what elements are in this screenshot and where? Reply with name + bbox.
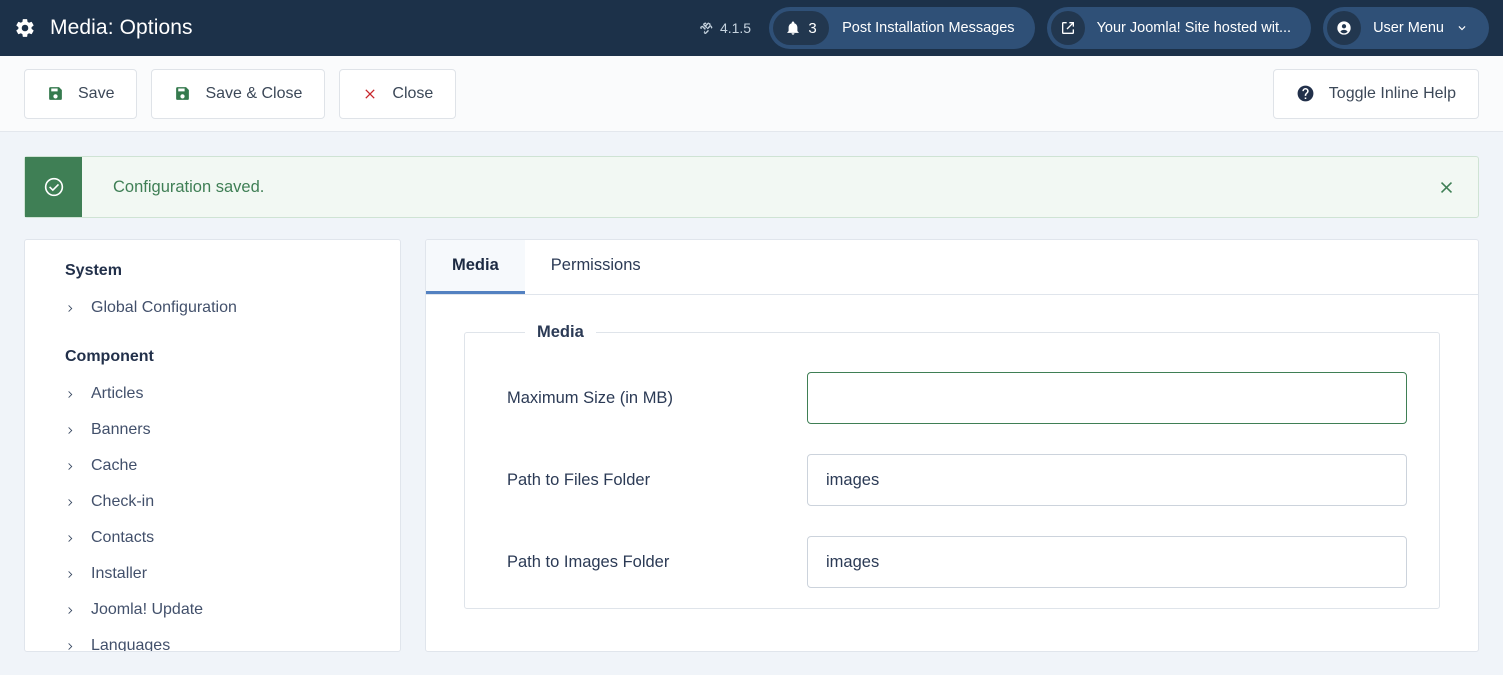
field-row-path-to-images-folder: Path to Images Folder: [507, 536, 1407, 588]
toolbar-primary-actions: Save Save & Close Close: [24, 68, 457, 119]
sidebar-item-languages[interactable]: Languages: [25, 628, 400, 652]
close-button-label: Close: [392, 84, 434, 102]
path-to-files-folder-label: Path to Files Folder: [507, 470, 651, 489]
joomla-version: 4.1.5: [699, 20, 751, 36]
user-menu-button[interactable]: User Menu: [1323, 7, 1489, 49]
sidebar-heading-component: Component: [65, 348, 154, 365]
check-circle-icon: [25, 157, 82, 217]
visit-site-button[interactable]: Your Joomla! Site hosted wit...: [1046, 7, 1312, 49]
x-mark-icon: [362, 86, 378, 102]
toggle-inline-help-label: Toggle Inline Help: [1328, 84, 1456, 102]
alert-container: Configuration saved.: [0, 132, 1503, 218]
chevron-right-icon: [65, 423, 76, 438]
field-row-path-to-files-folder: Path to Files Folder: [507, 454, 1407, 506]
chevron-right-icon: [65, 387, 76, 402]
sidebar-group-system: System Global Configuration: [25, 262, 400, 326]
sidebar-item-label: Contacts: [91, 529, 155, 546]
path-to-files-folder-input[interactable]: [807, 454, 1407, 506]
bell-icon: [785, 20, 801, 36]
chevron-right-icon: [65, 603, 76, 618]
sidebar-item-label: Banners: [91, 421, 151, 438]
sidebar-item-global-configuration[interactable]: Global Configuration: [25, 290, 400, 326]
page-title: Media: Options: [50, 16, 193, 39]
post-installation-messages-label: Post Installation Messages: [842, 20, 1015, 36]
sidebar-group-component: Component Articles Banners Cache Check-i…: [25, 348, 400, 652]
tab-permissions-label: Permissions: [550, 255, 641, 274]
sidebar-item-cache[interactable]: Cache: [25, 448, 400, 484]
chevron-right-icon: [65, 567, 76, 582]
user-menu-label: User Menu: [1373, 20, 1444, 36]
question-circle-icon: [1296, 84, 1315, 103]
sidebar-item-label: Articles: [91, 385, 144, 402]
close-button[interactable]: Close: [339, 68, 457, 119]
save-button[interactable]: Save: [24, 68, 138, 119]
sidebar-item-contacts[interactable]: Contacts: [25, 520, 400, 556]
media-fieldset: Media Maximum Size (in MB) Path to Files…: [464, 323, 1440, 609]
panel-tabs: Media Permissions: [426, 240, 1478, 295]
external-link-icon: [1050, 11, 1085, 45]
post-installation-messages-button[interactable]: 3 Post Installation Messages: [769, 7, 1035, 49]
maximum-size-input[interactable]: [807, 372, 1407, 424]
tab-media[interactable]: Media: [426, 240, 525, 294]
tab-media-label: Media: [452, 255, 499, 274]
save-and-close-button-label: Save & Close: [205, 84, 303, 102]
sidebar-item-label: Global Configuration: [91, 299, 237, 316]
version-label: 4.1.5: [719, 20, 752, 36]
path-to-images-folder-input[interactable]: [807, 536, 1407, 588]
sidebar-item-label: Installer: [91, 565, 148, 582]
chevron-down-icon: [1455, 21, 1469, 35]
chevron-right-icon: [65, 495, 76, 510]
floppy-disk-icon: [47, 85, 64, 102]
chevron-right-icon: [65, 459, 76, 474]
visit-site-label: Your Joomla! Site hosted wit...: [1096, 20, 1292, 36]
toolbar-secondary-actions: Toggle Inline Help: [1272, 68, 1479, 119]
sidebar-item-banners[interactable]: Banners: [25, 412, 400, 448]
admin-toolbar: Save Save & Close Close Toggle Inline He…: [0, 56, 1503, 132]
notification-count: 3: [808, 19, 817, 37]
sidebar-item-label: Languages: [91, 637, 171, 652]
chevron-right-icon: [65, 531, 76, 546]
options-sidebar: System Global Configuration Component Ar…: [24, 239, 401, 652]
maximum-size-label: Maximum Size (in MB): [507, 388, 673, 407]
floppy-disk-icon: [174, 85, 191, 102]
success-alert: Configuration saved.: [24, 156, 1479, 218]
alert-message: Configuration saved.: [113, 177, 265, 196]
sidebar-item-check-in[interactable]: Check-in: [25, 484, 400, 520]
media-fieldset-legend: Media: [537, 323, 584, 341]
sidebar-item-label: Check-in: [91, 493, 155, 510]
options-panel: Media Permissions Media Maximum Size (in…: [425, 239, 1479, 652]
save-and-close-button[interactable]: Save & Close: [151, 68, 326, 119]
main-content: System Global Configuration Component Ar…: [0, 218, 1503, 652]
notification-badge: 3: [773, 11, 830, 45]
path-to-images-folder-label: Path to Images Folder: [507, 552, 670, 571]
sidebar-item-joomla-update[interactable]: Joomla! Update: [25, 592, 400, 628]
gear-icon: [14, 17, 36, 39]
sidebar-item-label: Cache: [91, 457, 138, 474]
brand-area: Media: Options: [14, 16, 699, 40]
sidebar-item-articles[interactable]: Articles: [25, 376, 400, 412]
sidebar-heading-system: System: [65, 262, 122, 279]
sidebar-item-installer[interactable]: Installer: [25, 556, 400, 592]
chevron-right-icon: [65, 639, 76, 652]
alert-close-button[interactable]: [1414, 157, 1478, 217]
toggle-inline-help-button[interactable]: Toggle Inline Help: [1272, 68, 1479, 119]
media-form: Media Maximum Size (in MB) Path to Files…: [426, 295, 1478, 609]
field-row-maximum-size: Maximum Size (in MB): [507, 372, 1407, 424]
tab-permissions[interactable]: Permissions: [525, 240, 667, 294]
x-mark-icon: [1437, 178, 1456, 197]
header-actions: 4.1.5 3 Post Installation Messages Your …: [699, 7, 1489, 49]
user-circle-icon: [1327, 11, 1362, 45]
joomla-logo-icon: [699, 21, 714, 36]
save-button-label: Save: [78, 84, 115, 102]
sidebar-item-label: Joomla! Update: [91, 601, 204, 618]
chevron-right-icon: [65, 301, 76, 316]
admin-header-bar: Media: Options 4.1.5 3 Post Installation…: [0, 0, 1503, 56]
